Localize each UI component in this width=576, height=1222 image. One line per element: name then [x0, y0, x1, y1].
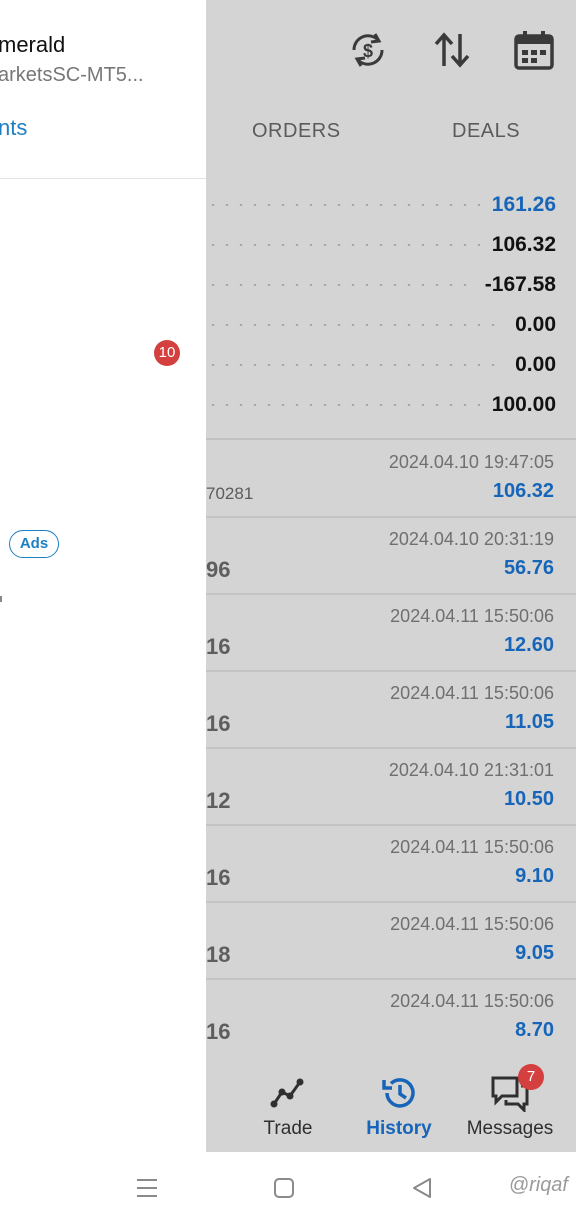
summary-row: 0.00: [206, 305, 556, 345]
deal-time: 2024.04.11 15:50:06: [390, 914, 554, 934]
back-icon[interactable]: [408, 1174, 436, 1202]
deal-volume: 16: [206, 711, 231, 736]
deal-time: 2024.04.10 19:47:05: [388, 452, 554, 472]
deal-volume: 16: [206, 634, 231, 659]
deal-profit: 106.32: [492, 480, 554, 502]
deal-time: 2024.04.10 20:31:19: [388, 529, 554, 549]
drawer-item-badge: 10: [154, 340, 180, 366]
summary-row: 0.00: [206, 345, 556, 385]
deal-profit: 56.76: [503, 557, 554, 579]
deal-volume: 12: [206, 788, 231, 813]
nav-history[interactable]: History: [344, 1074, 454, 1140]
summary-row-profit: 161.26: [206, 185, 556, 225]
deal-row[interactable]: 16 2024.04.11 15:50:06 11.05: [206, 671, 576, 749]
deal-time: 2024.04.11 15:50:06: [390, 837, 554, 857]
dot-leader: [206, 204, 480, 206]
trend-line-icon: [270, 1078, 304, 1108]
account-server: arketsSC-MT5...: [0, 64, 144, 86]
system-navigation-bar: @riqaf: [0, 1152, 576, 1222]
deal-profit: 12.60: [503, 634, 554, 656]
drawer-divider: [0, 178, 206, 179]
summary-value: 161.26: [491, 193, 556, 216]
history-clock-icon: [382, 1078, 415, 1108]
deal-row[interactable]: 16 2024.04.11 15:50:06 12.60: [206, 594, 576, 672]
deal-row[interactable]: 70281 2024.04.10 19:47:05 106.32: [206, 440, 576, 518]
nav-history-label: History: [366, 1118, 432, 1139]
summary-value: 100.00: [491, 393, 556, 416]
dot-leader: [206, 324, 504, 326]
summary-row: 106.32: [206, 225, 556, 265]
nav-messages-label: Messages: [466, 1118, 554, 1139]
manage-accounts-link[interactable]: nts: [0, 115, 27, 141]
sort-icon[interactable]: [430, 28, 474, 72]
deal-row[interactable]: 18 2024.04.11 15:50:06 9.05: [206, 902, 576, 980]
messages-badge: 7: [518, 1064, 544, 1090]
deal-profit: 11.05: [505, 711, 554, 733]
tab-deals[interactable]: DEALS: [452, 120, 520, 143]
currency-exchange-icon[interactable]: $: [346, 28, 390, 72]
nav-trade[interactable]: Trade: [233, 1074, 343, 1140]
deal-profit: 10.50: [503, 788, 554, 810]
nav-trade-label: Trade: [263, 1118, 313, 1139]
dot-leader: [206, 244, 480, 246]
deal-volume: 96: [206, 557, 231, 582]
summary-row-balance: 100.00: [206, 385, 556, 425]
menu-icon[interactable]: [133, 1174, 161, 1202]
deal-volume: 16: [206, 1019, 231, 1044]
account-name[interactable]: merald: [0, 32, 65, 58]
deal-row[interactable]: 12 2024.04.10 21:31:01 10.50: [206, 748, 576, 826]
summary-value: 106.32: [491, 233, 556, 256]
deal-volume: 18: [206, 942, 231, 967]
deal-profit: 9.10: [515, 865, 554, 887]
svg-text:$: $: [363, 41, 373, 61]
watermark: @riqaf: [508, 1174, 568, 1196]
deal-time: 2024.04.10 21:31:01: [388, 760, 554, 780]
navigation-drawer: merald arketsSC-MT5... nts 10 Ads: [0, 0, 206, 1152]
nav-messages[interactable]: Messages 7: [455, 1064, 565, 1140]
home-icon[interactable]: [270, 1174, 298, 1202]
ads-badge[interactable]: Ads: [9, 530, 59, 558]
deal-time: 2024.04.11 15:50:06: [390, 991, 554, 1011]
deal-time: 2024.04.11 15:50:06: [390, 606, 554, 626]
deal-volume: 16: [206, 865, 231, 890]
summary-row: -167.58: [206, 265, 556, 305]
dot-leader: [206, 364, 504, 366]
summary-value: 0.00: [515, 313, 556, 336]
tab-orders[interactable]: ORDERS: [252, 120, 341, 143]
deal-ticket: 70281: [206, 484, 254, 503]
dot-leader: [206, 404, 480, 406]
summary-value: -167.58: [484, 273, 556, 296]
deal-profit: 8.70: [515, 1019, 554, 1041]
dot-leader: [206, 284, 473, 286]
deal-row[interactable]: 16 2024.04.11 15:50:06 9.10: [206, 825, 576, 903]
deal-row[interactable]: 16 2024.04.11 15:50:06 8.70: [206, 979, 576, 1055]
summary-value: 0.00: [515, 353, 556, 376]
deal-row[interactable]: 96 2024.04.10 20:31:19 56.76: [206, 517, 576, 595]
calendar-icon[interactable]: [512, 28, 556, 72]
drawer-item-fragment: [0, 596, 2, 602]
deal-profit: 9.05: [515, 942, 554, 964]
deal-time: 2024.04.11 15:50:06: [390, 683, 554, 703]
bottom-navigation: Trade History Messages 7: [206, 1052, 576, 1152]
